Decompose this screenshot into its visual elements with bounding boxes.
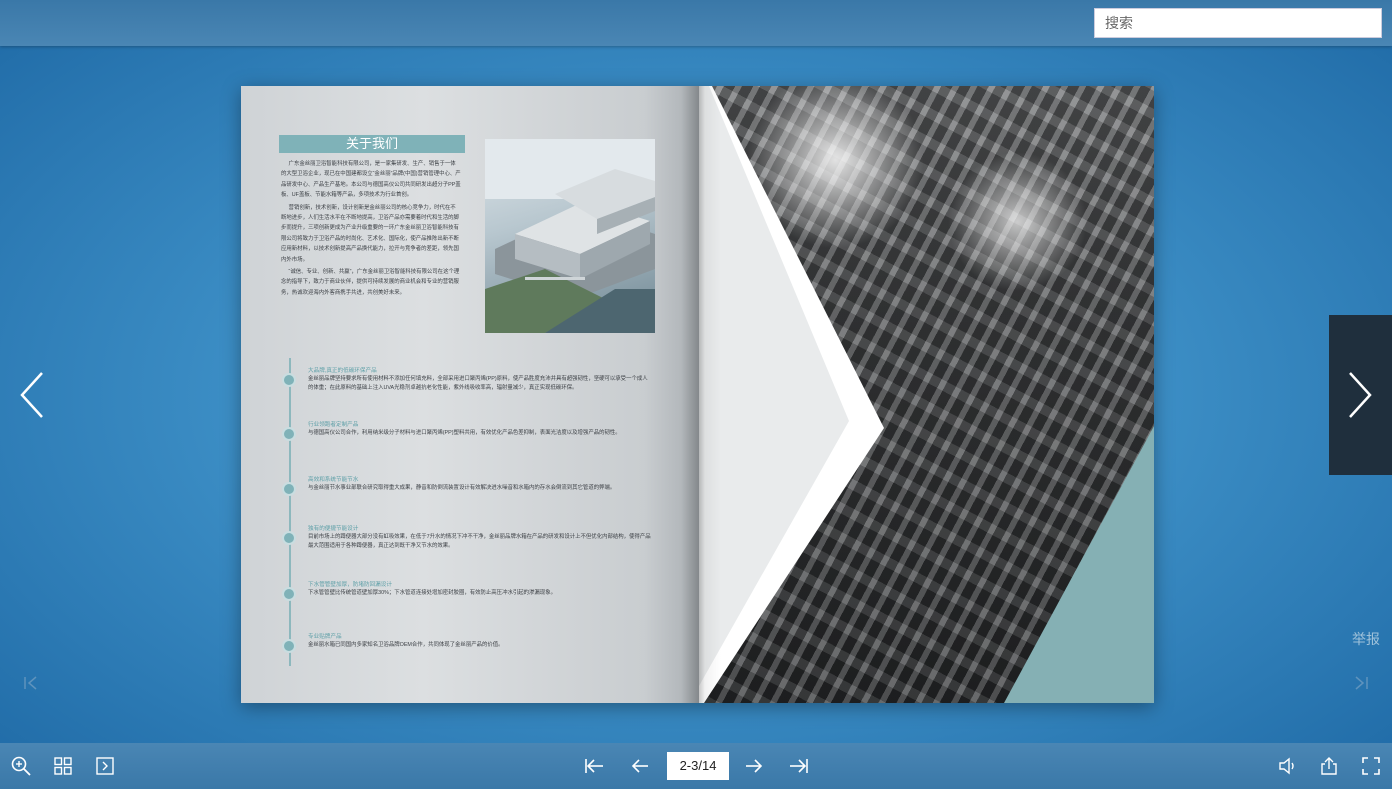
top-bar [0, 0, 1392, 46]
chevron-right-icon [1349, 372, 1372, 418]
timeline-text: 金丝丽品牌坚持要求所有使用材料不添加任何填充料，全部采用进口聚丙烯(PP)原料，… [308, 376, 648, 391]
search-input[interactable] [1095, 9, 1381, 37]
timeline-heading: 专业贴牌产品 [308, 634, 342, 640]
zoom-button[interactable] [8, 753, 34, 779]
timeline-dot [282, 639, 296, 653]
search-box[interactable] [1094, 8, 1382, 38]
thumbnails-button[interactable] [50, 753, 76, 779]
timeline-heading: 独有的便捷节能设计 [308, 526, 359, 532]
timeline-text: 与德国高仪公司合作，利用纳米级分子材料与进口聚丙烯(PP)塑料共用，有效优化产品… [308, 430, 621, 436]
timeline-heading: 大品牌,真正的低碳环保产品 [308, 368, 377, 374]
previous-page-button[interactable] [627, 753, 653, 779]
next-page-arrow[interactable] [1329, 315, 1392, 475]
right-page [699, 86, 1154, 703]
timeline-heading: 高效和系统节能节水 [308, 477, 359, 483]
timeline-text: 金丝丽水箱已同国内多家知名卫浴品牌OEM合作，共同体现了金丝丽产品的价值。 [308, 642, 504, 648]
sound-button[interactable] [1274, 753, 1300, 779]
timeline-heading: 下水管管壁加厚，防堵防回漏设计 [308, 582, 392, 588]
fullscreen-button[interactable] [1358, 753, 1384, 779]
about-paragraph: 营销创新，技术创新，设计创新是金丝丽公司的核心竞争力，时代在不断地进步，人们生活… [281, 204, 459, 263]
first-page-button[interactable] [581, 753, 607, 779]
autoplay-button[interactable] [92, 753, 118, 779]
timeline-text: 与金丝丽节水事业部联合研究取得重大成果，静音和防倒流装置设计有效解决进水噪音和水… [308, 485, 616, 491]
grid-icon [54, 757, 72, 775]
next-page-icon [746, 759, 763, 773]
last-page-icon [1355, 676, 1368, 690]
timeline-dot [282, 587, 296, 601]
first-page-icon [24, 676, 37, 690]
about-paragraph: “诚信、专业、创新、共赢”，广东金丝丽卫浴智能科技有限公司在这个理念的指导下，致… [281, 269, 460, 296]
timeline-dot [282, 482, 296, 496]
timeline-dot [282, 373, 296, 387]
first-page-side-button[interactable] [22, 674, 40, 692]
share-icon [1321, 757, 1337, 775]
timeline-dot [282, 531, 296, 545]
timeline-text: 目前市场上的蹲便器大部分没有虹吸效果，在低于7升水的情况下冲不干净，金丝丽品牌水… [308, 534, 651, 549]
sound-icon [1279, 757, 1294, 775]
share-button[interactable] [1316, 753, 1342, 779]
previous-page-arrow[interactable] [14, 365, 54, 425]
last-page-button[interactable] [786, 753, 812, 779]
timeline-heading: 行业领跑者定制产品 [308, 422, 359, 428]
fullscreen-icon [1362, 757, 1380, 775]
report-link[interactable]: 举报 [1352, 629, 1380, 649]
first-page-icon [585, 759, 603, 773]
last-page-icon [790, 759, 808, 773]
next-page-button[interactable] [741, 753, 767, 779]
zoom-in-icon [11, 756, 31, 776]
last-page-side-button[interactable] [1352, 674, 1370, 692]
about-paragraph: 广东金丝丽卫浴智能科技有限公司，是一家集研发、生产、销售于一体的大型卫浴企业，现… [281, 161, 461, 199]
about-us-text: 广东金丝丽卫浴智能科技有限公司，是一家集研发、生产、销售于一体的大型卫浴企业，现… [281, 159, 461, 300]
page-number-input[interactable]: 2-3/14 [667, 752, 729, 780]
bottom-toolbar: 2-3/14 [0, 743, 1392, 789]
chevron-left-icon [20, 372, 43, 418]
timeline-line [289, 358, 291, 666]
about-us-title: 关于我们 [279, 135, 465, 153]
autoplay-icon [96, 757, 114, 775]
timeline-dot [282, 427, 296, 441]
previous-page-icon [631, 759, 648, 773]
left-page: 关于我们 广东金丝丽卫浴智能科技有限公司，是一家集研发、生产、销售于一体的大型卫… [241, 86, 699, 703]
flipbook-spread[interactable]: 关于我们 广东金丝丽卫浴智能科技有限公司，是一家集研发、生产、销售于一体的大型卫… [241, 86, 1154, 703]
factory-building-photo [485, 139, 655, 333]
timeline-text: 下水管管壁比传统管道壁加厚30%；下水管道连接处增加密封胶圈，有效防止高压冲水引… [308, 590, 556, 596]
teal-corner-shape [1004, 426, 1154, 703]
